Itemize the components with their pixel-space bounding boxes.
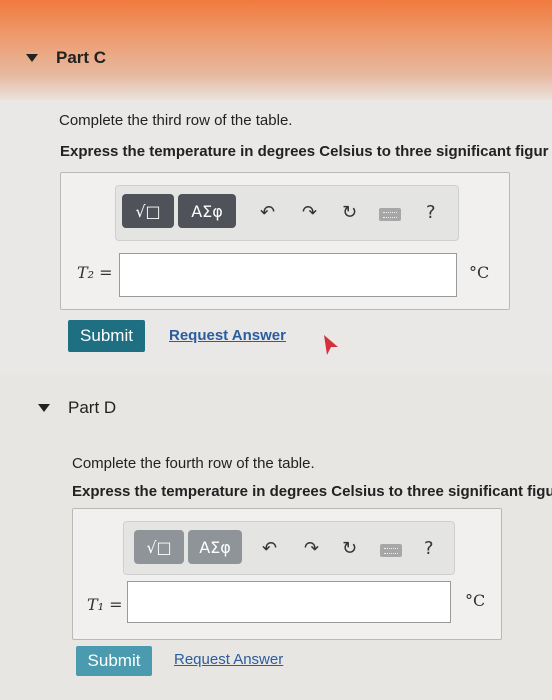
part-d-instruction-bold: Express the temperature in degrees Celsi… (72, 483, 552, 500)
part-d-header[interactable]: Part D (38, 398, 116, 418)
variable-label-t1: T₁ = (87, 595, 123, 614)
redo-icon[interactable]: ↷ (304, 538, 319, 559)
part-c-title: Part C (56, 48, 107, 67)
part-d-toolbar: √□ ΑΣφ ↶ ↷ ↻ ? (123, 521, 455, 575)
greek-symbols-button[interactable]: ΑΣφ (188, 530, 242, 564)
help-button[interactable]: ? (426, 202, 436, 223)
reset-icon[interactable]: ↻ (342, 538, 357, 559)
part-c-instruction-bold: Express the temperature in degrees Celsi… (60, 143, 549, 160)
templates-button[interactable]: √□ (122, 194, 174, 228)
collapse-caret-icon[interactable] (38, 404, 50, 412)
keyboard-icon[interactable] (379, 208, 401, 221)
part-c-header[interactable]: Part C (26, 48, 106, 68)
collapse-caret-icon[interactable] (26, 54, 38, 62)
redo-icon[interactable]: ↷ (302, 202, 317, 223)
temperature-input[interactable] (119, 253, 457, 297)
part-d-answer-box: √□ ΑΣφ ↶ ↷ ↻ ? T₁ = °C (72, 508, 502, 640)
greek-symbols-button[interactable]: ΑΣφ (178, 194, 236, 228)
temperature-input[interactable] (127, 581, 451, 623)
keyboard-icon[interactable] (380, 544, 402, 557)
reset-icon[interactable]: ↻ (342, 202, 357, 223)
part-c-instruction: Complete the third row of the table. (59, 112, 293, 129)
part-c-answer-box: √□ ΑΣφ ↶ ↷ ↻ ? T₂ = °C (60, 172, 510, 310)
undo-icon[interactable]: ↶ (262, 538, 277, 559)
undo-icon[interactable]: ↶ (260, 202, 275, 223)
sqrt-template-icon: √□ (135, 201, 161, 221)
submit-button[interactable]: Submit (76, 646, 152, 676)
request-answer-link[interactable]: Request Answer (169, 327, 286, 344)
help-button[interactable]: ? (424, 538, 434, 559)
part-d-instruction: Complete the fourth row of the table. (72, 455, 315, 472)
templates-button[interactable]: √□ (134, 530, 184, 564)
mouse-cursor-icon (324, 335, 338, 355)
unit-label: °C (465, 591, 486, 610)
part-c-toolbar: √□ ΑΣφ ↶ ↷ ↻ ? (115, 185, 459, 241)
submit-button[interactable]: Submit (68, 320, 145, 352)
unit-label: °C (469, 263, 490, 282)
variable-label-t2: T₂ = (77, 263, 113, 282)
part-d-title: Part D (68, 398, 117, 417)
sqrt-template-icon: √□ (146, 537, 172, 557)
request-answer-link[interactable]: Request Answer (174, 651, 283, 668)
